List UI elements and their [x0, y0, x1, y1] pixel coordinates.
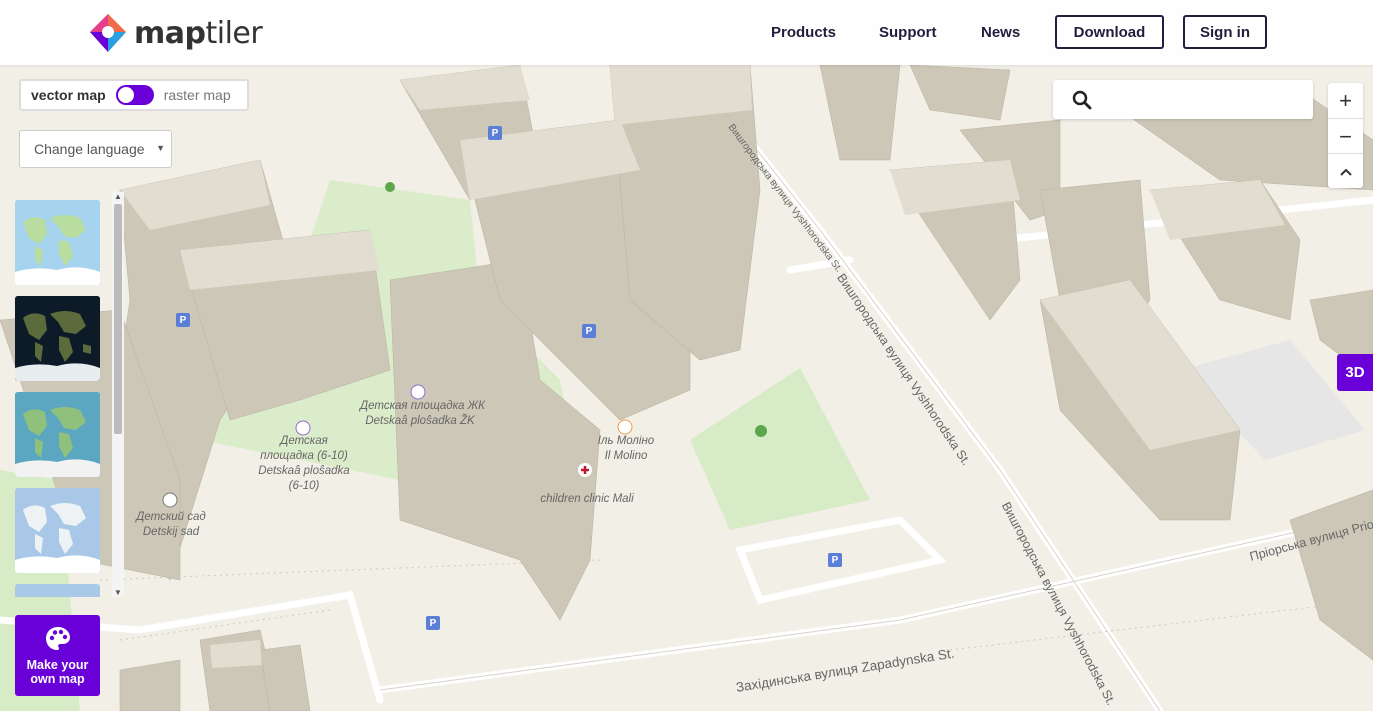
maptiler-logo[interactable]: maptiler [88, 12, 263, 54]
parking-marker[interactable]: P [488, 126, 502, 140]
zoom-in-button[interactable]: + [1328, 83, 1363, 118]
dropdown-caret-icon: ▼ [156, 143, 165, 153]
navigation-control: + − [1328, 83, 1363, 188]
style-thumbnail-outdoor[interactable] [15, 392, 100, 477]
signin-button[interactable]: Sign in [1183, 15, 1267, 49]
parking-marker[interactable]: P [828, 553, 842, 567]
logo-text: maptiler [134, 15, 263, 51]
map-type-toggle: vector map raster map [19, 79, 249, 111]
maptiler-logo-icon [90, 14, 126, 52]
reset-north-button[interactable] [1328, 153, 1363, 189]
language-select-value: Change language [34, 141, 145, 157]
style-thumbnail-streets[interactable] [15, 200, 100, 285]
parking-marker[interactable]: P [426, 616, 440, 630]
nav-news[interactable]: News [981, 15, 1020, 49]
poi-label-restaurant[interactable]: Іль Моліно Il Molino [590, 434, 662, 464]
parking-marker[interactable]: P [176, 313, 190, 327]
nav-products[interactable]: Products [771, 15, 836, 49]
world-map-thumbnail [15, 200, 100, 285]
poi-label-clinic[interactable]: children clinic Mali [532, 492, 642, 507]
style-thumbnail-satellite[interactable] [15, 296, 100, 381]
vector-map-label[interactable]: vector map [31, 87, 106, 103]
parking-marker[interactable]: P [582, 324, 596, 338]
top-navbar: maptiler Products Support News Download … [0, 0, 1373, 65]
world-map-thumbnail [15, 296, 100, 381]
poi-label-kindergarten[interactable]: Детский сад Detskij sad [133, 510, 209, 540]
make-your-own-map-button[interactable]: Make your own map [15, 615, 100, 696]
language-select[interactable]: Change language ▼ [19, 130, 172, 168]
style-thumbnail-basic[interactable] [15, 488, 100, 573]
compass-icon [1339, 168, 1352, 176]
map-type-switch[interactable] [115, 85, 154, 105]
raster-map-label[interactable]: raster map [164, 87, 231, 103]
poi-label-playground-zk[interactable]: Детская площадка ЖК Detskaâ ploŝadka ŽK [360, 399, 485, 429]
scroll-down-icon[interactable]: ▼ [114, 588, 122, 597]
poi-label-playground-6-10[interactable]: Детская площадка (6-10) Detskaâ ploŝadka… [255, 434, 353, 494]
thumbnail-scrollbar[interactable]: ▲ ▼ [112, 192, 124, 597]
search-box[interactable] [1053, 80, 1313, 119]
scrollbar-thumb[interactable] [114, 204, 122, 434]
style-thumbnail-ocean[interactable] [15, 584, 100, 597]
world-map-thumbnail [15, 392, 100, 477]
world-map-thumbnail [15, 488, 100, 573]
scroll-up-icon[interactable]: ▲ [114, 192, 122, 201]
switch-knob [117, 87, 134, 103]
download-button[interactable]: Download [1055, 15, 1164, 49]
3d-toggle-button[interactable]: 3D [1337, 354, 1373, 391]
palette-icon [46, 627, 70, 650]
nav-support[interactable]: Support [879, 15, 937, 49]
style-thumbnail-list [10, 192, 125, 597]
search-icon [1072, 90, 1092, 110]
make-your-own-map-label: Make your own map [26, 658, 89, 686]
zoom-out-button[interactable]: − [1328, 118, 1363, 154]
